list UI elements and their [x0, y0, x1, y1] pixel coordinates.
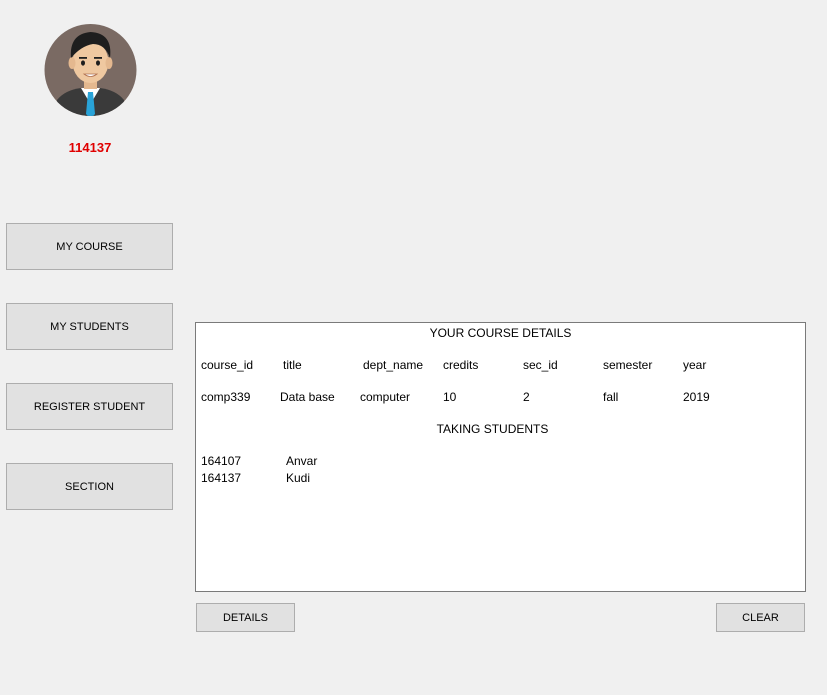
clear-button[interactable]: CLEAR — [716, 603, 805, 632]
user-id-label: 114137 — [68, 140, 112, 155]
student-name: Kudi — [286, 471, 311, 485]
student-name: Anvar — [286, 454, 318, 468]
student-id: 164107 — [201, 454, 242, 468]
main-window: 114137 MY COURSE MY STUDENTS REGISTER ST… — [0, 0, 827, 695]
table-cell: Data base — [280, 390, 335, 404]
user-avatar-icon — [43, 22, 138, 118]
column-header: dept_name — [363, 358, 424, 372]
column-header: year — [683, 358, 707, 372]
course-details-title: YOUR COURSE DETAILS — [429, 326, 572, 340]
register-student-button[interactable]: REGISTER STUDENT — [6, 383, 173, 430]
table-cell: computer — [360, 390, 411, 404]
taking-students-title: TAKING STUDENTS — [436, 422, 549, 436]
table-cell: 10 — [443, 390, 457, 404]
table-cell: 2019 — [683, 390, 710, 404]
student-id: 164137 — [201, 471, 242, 485]
details-button[interactable]: DETAILS — [196, 603, 295, 632]
my-students-button[interactable]: MY STUDENTS — [6, 303, 173, 350]
table-cell: comp339 — [201, 390, 251, 404]
table-cell: 2 — [523, 390, 530, 404]
column-header: sec_id — [523, 358, 558, 372]
my-course-button[interactable]: MY COURSE — [6, 223, 173, 270]
column-header: course_id — [201, 358, 254, 372]
column-header: title — [283, 358, 302, 372]
section-button[interactable]: SECTION — [6, 463, 173, 510]
course-details-panel: YOUR COURSE DETAILS course_id title dept… — [195, 322, 806, 592]
column-header: semester — [603, 358, 653, 372]
table-cell: fall — [603, 390, 619, 404]
column-header: credits — [443, 358, 479, 372]
